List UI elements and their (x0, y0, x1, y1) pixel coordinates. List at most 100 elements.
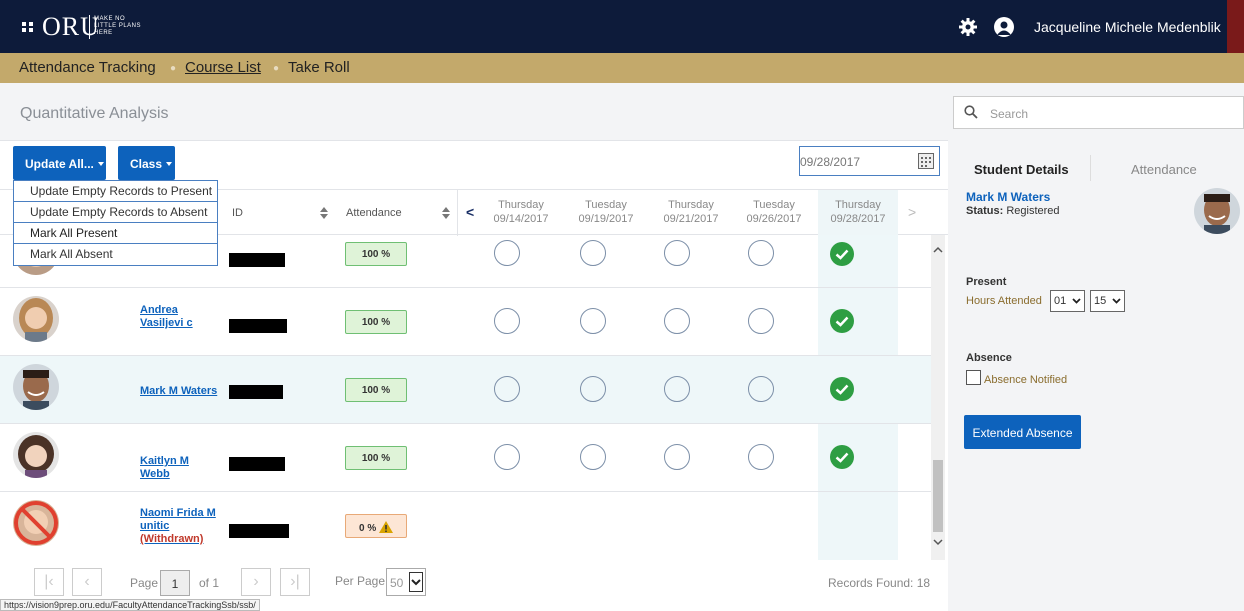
date-value: 09/28/2017 (800, 155, 861, 169)
scroll-up-icon[interactable] (931, 243, 945, 257)
column-header-id[interactable]: ID (232, 207, 243, 219)
gear-icon[interactable] (958, 17, 978, 37)
student-name-link[interactable]: Naomi Frida M unitic (Withdrawn) (140, 507, 220, 546)
attendance-radio[interactable] (748, 444, 774, 470)
check-icon[interactable] (830, 445, 854, 469)
table-row[interactable]: Kaitlyn M Webb 100 % (0, 424, 931, 492)
student-name-link[interactable]: Mark M Waters (140, 385, 220, 398)
attendance-radio[interactable] (580, 376, 606, 402)
attendance-radio[interactable] (580, 308, 606, 334)
date-column-0[interactable]: Thursday 09/14/2017 (486, 198, 556, 226)
search-input[interactable]: Search (953, 96, 1244, 129)
attendance-radio[interactable] (664, 376, 690, 402)
status-bar-url: https://vision9prep.oru.edu/FacultyAtten… (0, 599, 260, 611)
check-icon[interactable] (830, 309, 854, 333)
scrollbar-thumb[interactable] (933, 460, 943, 532)
student-name-link[interactable]: Kaitlyn M Webb (140, 455, 220, 481)
attendance-radio[interactable] (580, 240, 606, 266)
class-button[interactable]: Class (118, 146, 175, 180)
redacted-id (229, 319, 287, 333)
withdrawn-label: (Withdrawn) (140, 533, 204, 545)
check-icon[interactable] (830, 377, 854, 401)
redacted-id (229, 524, 289, 538)
attendance-radio[interactable] (494, 444, 520, 470)
selected-student-name[interactable]: Mark M Waters (966, 190, 1050, 204)
table-row[interactable]: Andrea Vasiljevi c 100 % (0, 288, 931, 356)
hours-select[interactable]: 01 (1050, 290, 1085, 312)
redacted-id (229, 253, 285, 267)
oru-logo: ORU (42, 12, 100, 41)
warning-icon (379, 521, 393, 533)
user-avatar-icon[interactable] (994, 17, 1014, 37)
attendance-radio[interactable] (748, 240, 774, 266)
breadcrumb-take-roll: Take Roll (288, 59, 350, 76)
logo-tagline: MAKE NO LITTLE PLANS HERE (94, 16, 142, 36)
tab-attendance[interactable]: Attendance (1131, 162, 1197, 177)
attendance-badge: 100 % (345, 446, 407, 470)
attendance-badge: 100 % (345, 310, 407, 334)
date-column-3[interactable]: Tuesday 09/26/2017 (739, 198, 809, 226)
update-all-button[interactable]: Update All... (13, 146, 106, 180)
redacted-id (229, 385, 283, 399)
table-row[interactable]: Mark M Waters 100 % (0, 356, 931, 424)
student-name-link[interactable]: Andrea Vasiljevi c (140, 304, 220, 330)
date-input[interactable]: 09/28/2017 (799, 146, 940, 176)
app-grid-icon[interactable] (22, 22, 34, 32)
extended-absence-button[interactable]: Extended Absence (964, 415, 1081, 449)
first-page-icon[interactable]: |‹ (34, 568, 64, 596)
sort-icon[interactable] (442, 207, 450, 219)
scroll-down-icon[interactable] (931, 535, 945, 549)
chevron-down-icon (1072, 296, 1081, 305)
minutes-select[interactable]: 15 (1090, 290, 1125, 312)
attendance-radio[interactable] (664, 444, 690, 470)
breadcrumb-attendance-tracking: Attendance Tracking (19, 59, 156, 76)
page-title: Quantitative Analysis (20, 105, 169, 122)
per-page-select[interactable]: 50 (386, 568, 426, 596)
title-row: Quantitative Analysis (0, 83, 948, 141)
next-dates-icon[interactable]: > (908, 204, 916, 220)
present-heading: Present (966, 276, 1007, 288)
previous-page-icon[interactable]: ‹ (72, 568, 102, 596)
attendance-radio[interactable] (494, 240, 520, 266)
date-column-1[interactable]: Tuesday 09/19/2017 (571, 198, 641, 226)
attendance-radio[interactable] (494, 376, 520, 402)
menu-item-empty-present[interactable]: Update Empty Records to Present (14, 181, 217, 202)
avatar (13, 296, 59, 342)
attendance-badge: 100 % (345, 242, 407, 266)
attendance-radio[interactable] (664, 240, 690, 266)
menu-item-mark-all-present[interactable]: Mark All Present (14, 223, 217, 244)
menu-item-empty-absent[interactable]: Update Empty Records to Absent (14, 202, 217, 223)
date-column-2[interactable]: Thursday 09/21/2017 (656, 198, 726, 226)
next-page-icon[interactable]: › (241, 568, 271, 596)
absence-notified-checkbox[interactable] (966, 370, 981, 385)
tab-student-details[interactable]: Student Details (974, 162, 1069, 177)
user-name[interactable]: Jacqueline Michele Medenblik (1034, 19, 1221, 35)
attendance-radio[interactable] (748, 308, 774, 334)
page-count: of 1 (199, 576, 220, 590)
attendance-radio[interactable] (580, 444, 606, 470)
update-all-menu: Update Empty Records to Present Update E… (13, 180, 218, 266)
absence-heading: Absence (966, 352, 1012, 364)
page-number-input[interactable]: 1 (160, 570, 190, 596)
attendance-radio[interactable] (494, 308, 520, 334)
table-scrollbar[interactable] (931, 235, 945, 560)
avatar (13, 364, 59, 410)
table-row[interactable]: Naomi Frida M unitic (Withdrawn) 0 % (0, 492, 931, 560)
previous-dates-icon[interactable]: < (466, 204, 474, 220)
column-header-attendance[interactable]: Attendance (346, 207, 402, 219)
header-divider (457, 190, 458, 236)
attendance-radio[interactable] (664, 308, 690, 334)
attendance-radio[interactable] (748, 376, 774, 402)
check-icon[interactable] (830, 242, 854, 266)
breadcrumb-separator: ● (170, 63, 177, 74)
date-column-4[interactable]: Thursday 09/28/2017 (818, 190, 898, 236)
redacted-id (229, 457, 285, 471)
last-page-icon[interactable]: ›| (280, 568, 310, 596)
chevron-down-icon (409, 572, 423, 592)
logo-divider (89, 15, 90, 39)
menu-item-mark-all-absent[interactable]: Mark All Absent (14, 244, 217, 265)
breadcrumb-course-list[interactable]: Course List (185, 59, 261, 76)
chevron-down-icon (1112, 296, 1121, 305)
calendar-icon[interactable] (918, 153, 934, 169)
sort-icon[interactable] (320, 207, 328, 219)
